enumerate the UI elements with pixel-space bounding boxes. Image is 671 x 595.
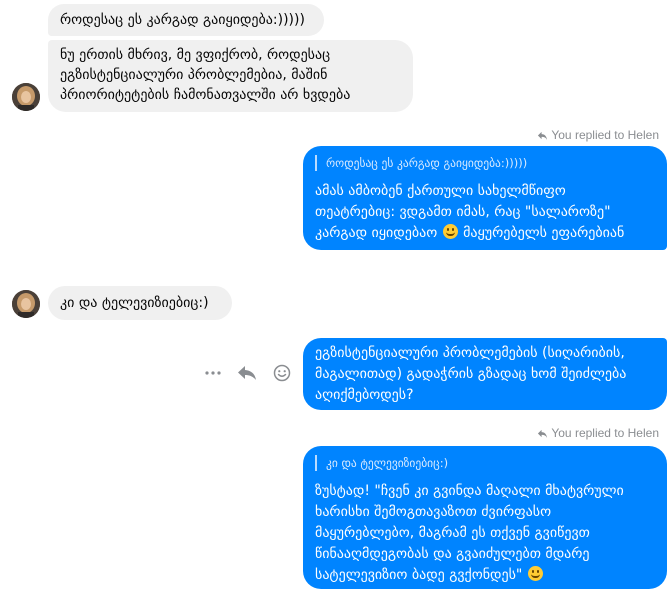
message-text-segment: მაყურებელს ეფარებიან [463, 225, 625, 241]
outgoing-reply-message[interactable]: კი და ტელევიზიებიც:) ზუსტად! "ჩვენ კი გვ… [303, 446, 667, 589]
reply-arrow-icon [538, 131, 548, 140]
avatar[interactable] [12, 83, 40, 111]
outgoing-message[interactable]: ეგზისტენციალური პრობლემების (სიღარიბის, … [303, 338, 667, 410]
message-text: როდესაც ეს კარგად გაიყიდება:))))) [60, 12, 305, 28]
message-text-line: პრიორიტეტების ჩამონათვალში არ ხვდება [60, 87, 351, 103]
replied-indicator: You replied to Helen [537, 128, 659, 142]
message-text-segment: სატელევიზიო ბადე გვქონდეს" [315, 567, 523, 583]
smiley-react-icon[interactable] [273, 364, 291, 382]
replied-indicator: You replied to Helen [537, 426, 659, 440]
message-text-line: ამას ამბობენ ქართული სახელმწიფო [315, 183, 566, 199]
reply-arrow-icon[interactable] [237, 365, 257, 381]
incoming-message[interactable]: კი და ტელევიზიებიც:) [48, 286, 232, 320]
avatar-photo [12, 83, 40, 111]
grinning-emoji-icon [527, 566, 543, 581]
message-text-line: ნუ ერთის მხრივ, მე ვფიქრობ, როდესაც [60, 47, 331, 63]
message-text-line: ეგზისტენციალური პრობლემების (სიღარიბის, [315, 345, 625, 361]
message-text-line: მაყურებლებო, მაგრამ ეს თქვენ გვიწევთ [315, 525, 590, 541]
avatar[interactable] [12, 290, 40, 318]
message-text-line: თეატრებიც: ვდგამთ იმას, რაც "სალაროზე" [315, 204, 611, 220]
replied-label: You replied to Helen [551, 426, 659, 440]
replied-label: You replied to Helen [551, 128, 659, 142]
message-text-line: ზუსტად! "ჩვენ კი გვინდა მაღალი მხატვრული [315, 483, 624, 499]
grinning-emoji-icon [442, 224, 458, 239]
outgoing-reply-message[interactable]: როდესაც ეს კარგად გაიყიდება:))))) ამას ა… [303, 146, 667, 250]
incoming-message[interactable]: ნუ ერთის მხრივ, მე ვფიქრობ, როდესაც ეგზი… [48, 40, 413, 112]
more-dots-icon[interactable] [205, 370, 221, 376]
message-text-line: კარგად იყიდებაო მაყურებელს ეფარებიან [315, 223, 655, 244]
message-text-segment: კარგად იყიდებაო [315, 225, 438, 241]
message-text: კი და ტელევიზიებიც:) [60, 295, 209, 311]
message-text-line: სატელევიზიო ბადე გვქონდეს" [315, 565, 655, 586]
message-actions [205, 364, 291, 382]
message-text-line: აღიქმებოდეს? [315, 387, 414, 403]
quoted-message[interactable]: კი და ტელევიზიებიც:) [315, 455, 655, 471]
incoming-message[interactable]: როდესაც ეს კარგად გაიყიდება:))))) [48, 4, 324, 36]
quoted-message[interactable]: როდესაც ეს კარგად გაიყიდება:))))) [315, 155, 655, 171]
message-text-line: ეგზისტენციალური პრობლემებია, მაშინ [60, 67, 328, 83]
message-text-line: წინააღმდეგობას და გვაიძულებთ მდარე [315, 546, 590, 562]
reply-arrow-icon [538, 429, 548, 438]
message-text-line: ხარისხი შემოგთავაზოთ ძვირფასო [315, 504, 552, 520]
message-text-line: მაგალითად) გადაჭრის გზადაც ხომ შეიძლება [315, 366, 627, 382]
avatar-photo [12, 290, 40, 318]
